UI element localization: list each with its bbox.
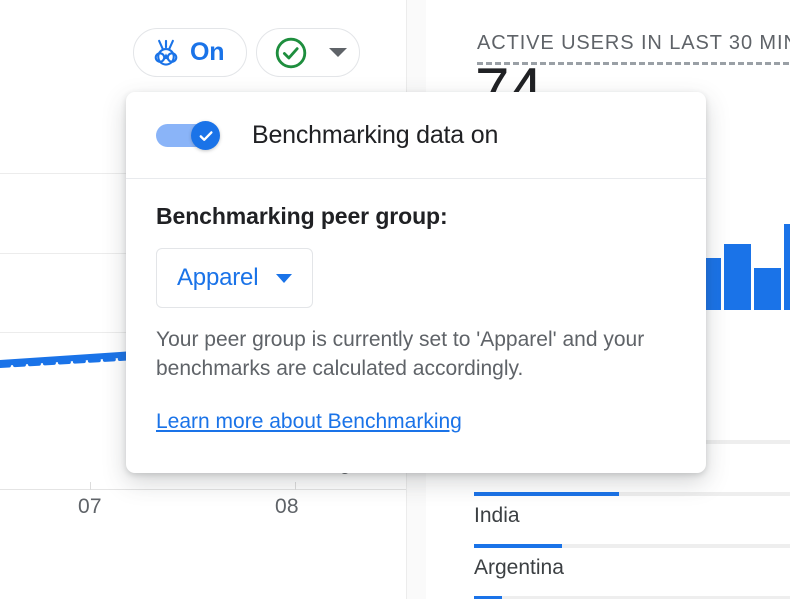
peer-group-select[interactable]: Apparel bbox=[156, 248, 314, 308]
popup-body: Benchmarking peer group: Apparel Your pe… bbox=[126, 179, 706, 434]
benchmarking-data-toggle[interactable] bbox=[156, 121, 220, 150]
chevron-down-icon[interactable] bbox=[329, 48, 347, 57]
realtime-bar-chart bbox=[694, 218, 790, 310]
benchmarking-settings-popup: Benchmarking data on Benchmarking peer g… bbox=[126, 92, 706, 473]
x-axis-tick bbox=[295, 482, 296, 490]
realtime-bar bbox=[754, 268, 781, 310]
country-bar-track bbox=[474, 544, 790, 548]
country-label: Argentina bbox=[474, 556, 564, 579]
realtime-bar bbox=[784, 224, 790, 310]
list-item[interactable]: Argentina bbox=[474, 544, 790, 596]
popup-title: Benchmarking data on bbox=[252, 120, 499, 149]
country-bar-fill bbox=[474, 492, 620, 496]
realtime-bar bbox=[724, 244, 751, 310]
country-bar-fill bbox=[474, 544, 563, 548]
toggle-knob bbox=[191, 121, 220, 150]
data-status-pill[interactable] bbox=[256, 28, 360, 77]
realtime-panel-title: ACTIVE USERS IN LAST 30 MINUTE bbox=[477, 32, 790, 54]
popup-header: Benchmarking data on bbox=[126, 92, 706, 179]
check-circle-icon bbox=[275, 37, 307, 68]
x-axis-tick bbox=[90, 482, 91, 490]
x-axis-tick-label-08: 08 bbox=[275, 495, 299, 518]
benchmarking-toggle-pill[interactable]: On bbox=[133, 28, 248, 77]
peer-group-selected-value: Apparel bbox=[177, 264, 259, 291]
peer-group-heading: Benchmarking peer group: bbox=[156, 203, 448, 229]
country-bar-track bbox=[474, 492, 790, 496]
chevron-down-icon bbox=[276, 273, 293, 283]
learn-more-benchmarking-link[interactable]: Learn more about Benchmarking bbox=[156, 410, 462, 434]
award-medal-icon bbox=[154, 39, 178, 66]
benchmarking-state-label: On bbox=[190, 38, 225, 66]
country-label: India bbox=[474, 504, 520, 527]
peer-group-description: Your peer group is currently set to 'App… bbox=[156, 328, 645, 380]
check-icon bbox=[199, 130, 213, 141]
x-axis-tick-label-07: 07 bbox=[78, 495, 102, 518]
chart-x-axis bbox=[0, 489, 406, 490]
list-item[interactable]: India bbox=[474, 492, 790, 544]
